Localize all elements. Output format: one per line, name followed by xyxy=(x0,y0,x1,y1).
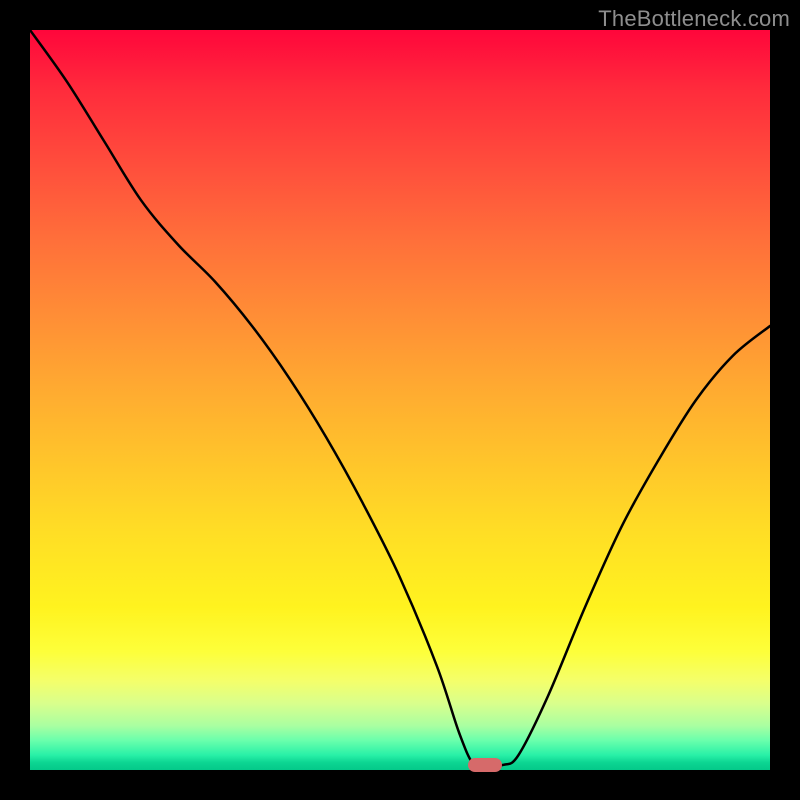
bottleneck-curve-path xyxy=(30,30,770,767)
plot-area xyxy=(30,30,770,770)
optimal-marker xyxy=(468,758,502,772)
watermark-text: TheBottleneck.com xyxy=(598,6,790,32)
chart-container: TheBottleneck.com xyxy=(0,0,800,800)
curve-svg xyxy=(30,30,770,770)
